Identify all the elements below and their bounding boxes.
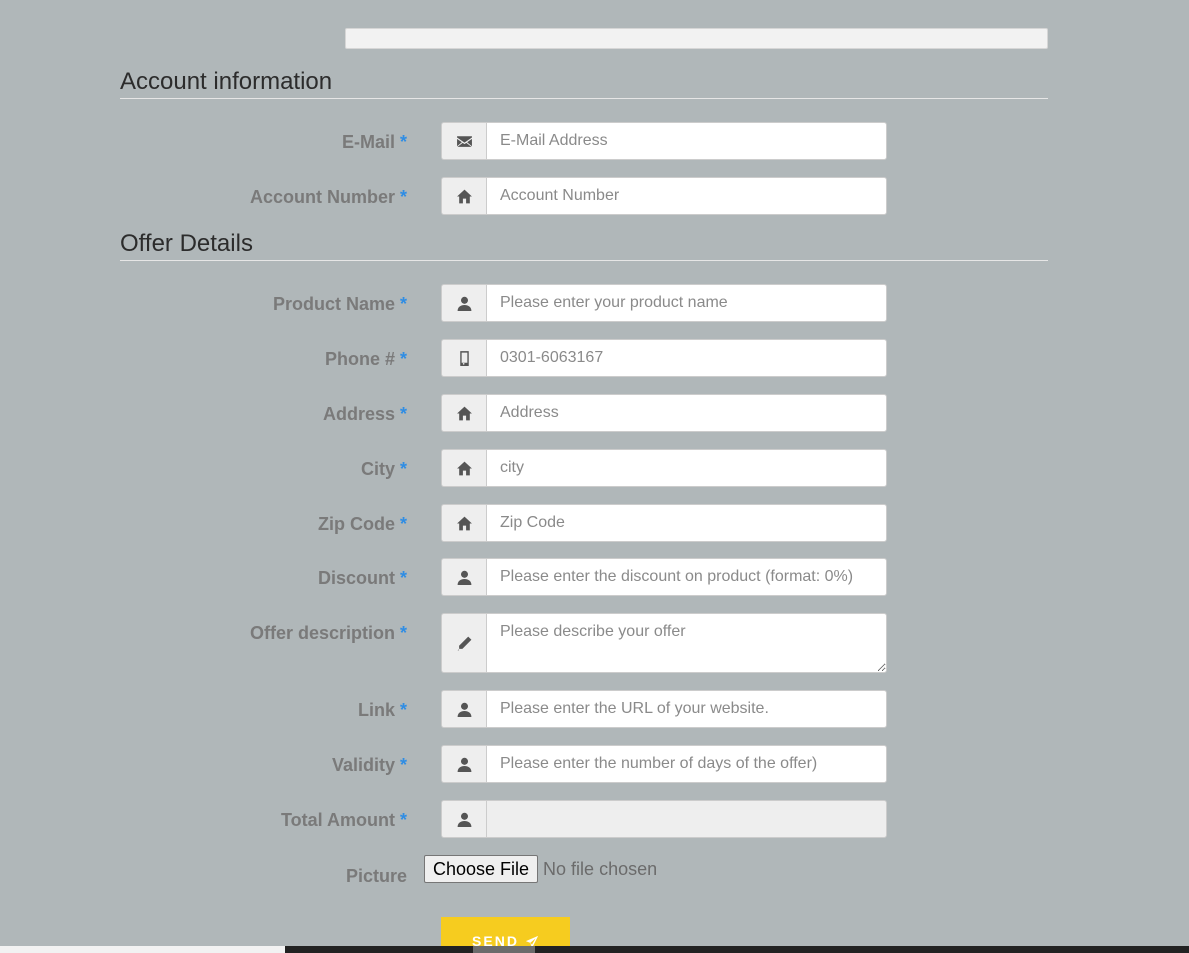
email-input[interactable] [486,122,887,160]
file-picker: Choose File No file chosen [424,855,657,883]
field-label-validity: Validity [331,755,395,775]
required-mark: * [399,514,407,534]
section-title-account: Account information [120,68,1048,99]
required-mark: * [399,349,407,369]
choose-file-button[interactable]: Choose File [424,855,539,883]
validity-input[interactable] [486,745,887,783]
field-label-zip-code: Zip Code [317,514,395,534]
user-icon [441,745,486,783]
required-mark: * [399,187,407,207]
field-label-offer-description: Offer description [249,623,395,643]
required-mark: * [399,568,407,588]
home-icon [441,394,486,432]
top-progress-bar [345,28,1048,49]
field-label-link: Link [357,700,395,720]
field-label-city: City [360,459,395,479]
field-label-email: E-Mail [341,132,395,152]
required-mark: * [399,810,407,830]
bottom-bar-segment [473,946,535,953]
total-amount-input [486,800,887,838]
user-icon [441,690,486,728]
phone-input[interactable] [486,339,887,377]
discount-input[interactable] [486,558,887,596]
required-mark: * [399,700,407,720]
user-icon [441,558,486,596]
user-icon [441,800,486,838]
required-mark: * [399,755,407,775]
bottom-bar [285,946,1189,953]
section-title-offer: Offer Details [120,230,1048,261]
field-label-product-name: Product Name [272,294,395,314]
home-icon [441,177,486,215]
city-input[interactable] [486,449,887,487]
pencil-icon [441,613,486,673]
home-icon [441,504,486,542]
required-mark: * [399,404,407,424]
required-mark: * [399,459,407,479]
offer-description-textarea[interactable] [486,613,887,673]
home-icon [441,449,486,487]
zip-code-input[interactable] [486,504,887,542]
required-mark: * [399,294,407,314]
link-input[interactable] [486,690,887,728]
field-label-address: Address [322,404,395,424]
field-label-phone: Phone # [324,349,395,369]
product-name-input[interactable] [486,284,887,322]
user-icon [441,284,486,322]
bottom-bar-left [0,946,285,953]
required-mark: * [399,132,407,152]
field-label-total-amount: Total Amount [281,810,395,830]
file-status-text: No file chosen [543,858,658,879]
envelope-icon [441,122,486,160]
required-mark: * [399,623,407,643]
field-label-picture: Picture [345,866,407,886]
address-input[interactable] [486,394,887,432]
field-label-account-number: Account Number [249,187,395,207]
account-number-input[interactable] [486,177,887,215]
phone-icon [441,339,486,377]
field-label-discount: Discount [317,568,395,588]
